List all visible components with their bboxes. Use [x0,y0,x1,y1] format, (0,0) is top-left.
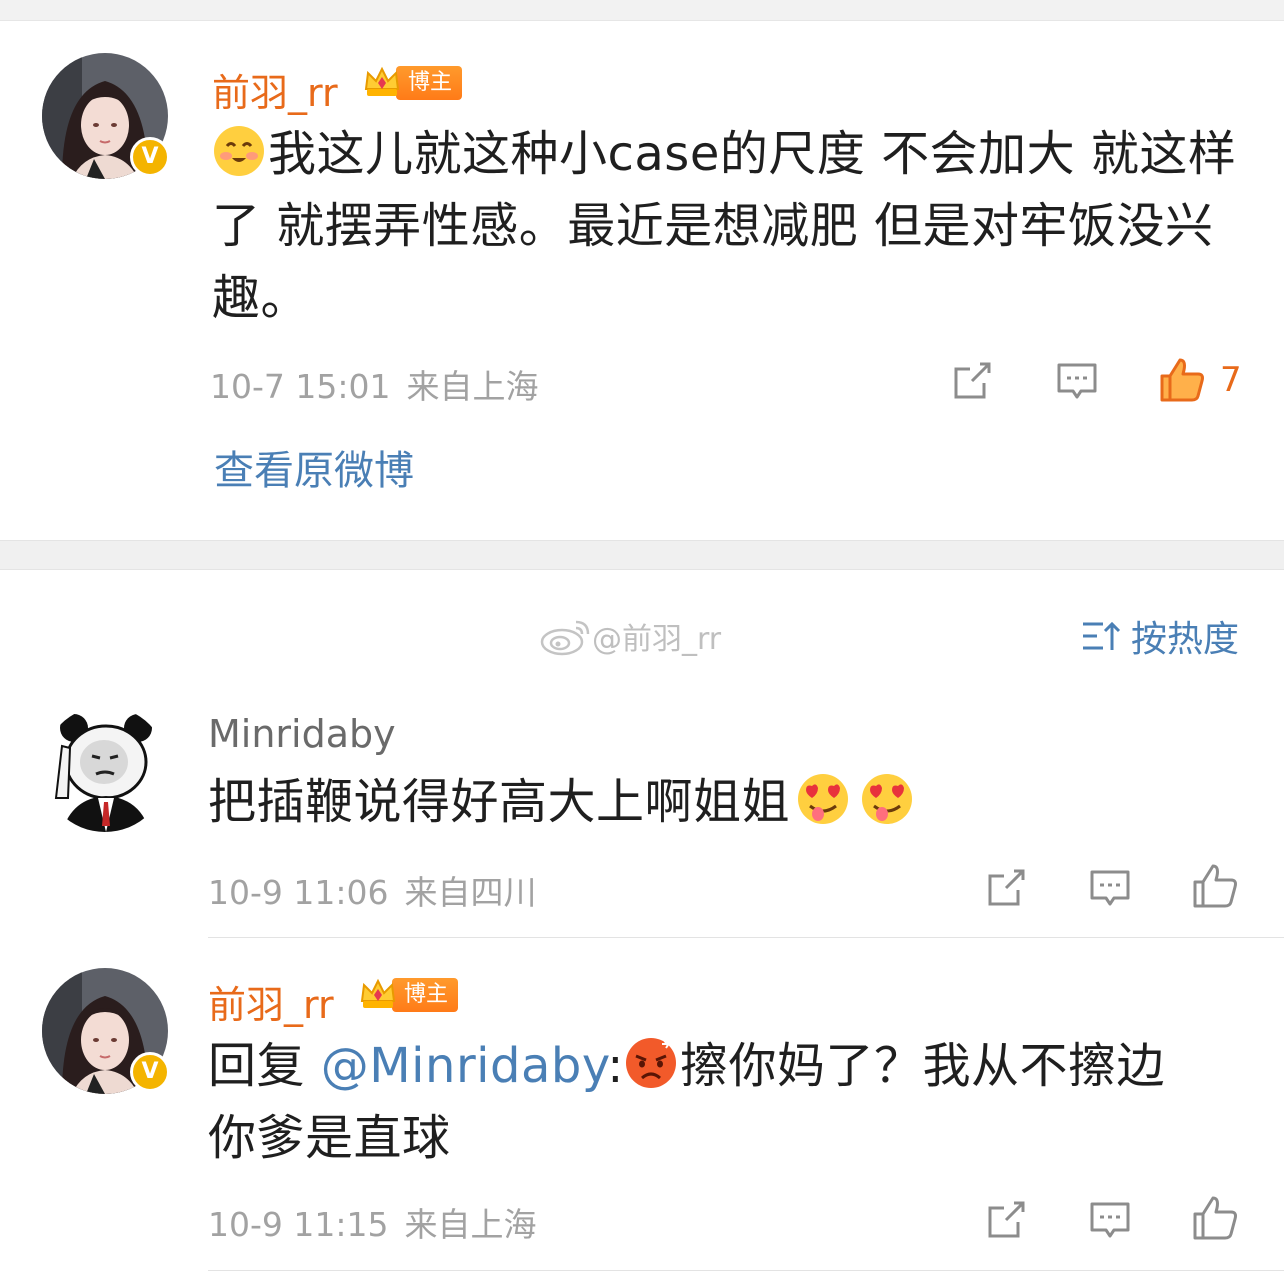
share-icon[interactable] [984,1198,1028,1242]
blogger-badge-label: 博主 [392,978,459,1012]
comment-separator [208,1270,1284,1271]
section-divider [0,540,1284,570]
post-time: 10-7 15:01 [210,367,391,406]
watermark: @前羽_rr [540,614,721,658]
comment-meta: 10-9 11:06 来自四川 [208,866,537,914]
sort-icon [1082,621,1121,650]
like-icon[interactable] [1191,862,1239,910]
post-author-name[interactable]: 前羽_rr [212,62,338,117]
like-count: 7 [1220,360,1242,400]
comment-text: 把插鞭说得好高大上啊姐姐 [208,774,791,830]
blogger-badge: 博主 [358,978,459,1012]
blogger-badge: 博主 [362,66,463,100]
like-icon-active[interactable] [1158,356,1206,404]
replier-name[interactable]: 前羽_rr [208,974,334,1029]
reply-content: 回复 @Minridaby: 擦你妈了？我从不擦边你爹是直球 [208,1030,1208,1174]
angry-face-emoji-icon [625,1038,676,1088]
watermark-text: @前羽_rr [592,622,722,657]
sort-by-hot-button[interactable]: 按热度 [1081,610,1239,662]
verified-badge-icon: V [130,1052,170,1092]
verified-badge-icon: V [130,137,170,177]
comment-location: 来自四川 [404,873,537,912]
sort-label: 按热度 [1130,619,1239,660]
blogger-badge-label: 博主 [396,66,463,100]
weibo-logo-icon [540,620,590,656]
post-location: 来自上海 [406,367,539,406]
post-meta: 10-7 15:01 来自上海 [210,360,539,408]
replier-avatar[interactable]: V [42,968,170,1094]
comment-content: 把插鞭说得好高大上啊姐姐 [208,766,1248,838]
comment-separator [208,937,1284,938]
post-text: 我这儿就这种小case的尺度 不会加大 就这样了 就摆弄性感。最近是想减肥 但是… [212,126,1237,326]
reply-meta: 10-9 11:15 来自上海 [208,1198,537,1246]
crown-icon [360,978,396,1008]
comment-time: 10-9 11:06 [208,873,389,912]
heart-eyes-tongue-emoji-icon [862,774,913,824]
like-icon[interactable] [1191,1194,1239,1242]
reply-time: 10-9 11:15 [208,1205,389,1244]
author-avatar[interactable]: V [42,53,170,179]
reply-colon: : [607,1038,624,1094]
top-band [0,0,1284,21]
comment-icon[interactable] [1055,359,1099,403]
post-content: 我这儿就这种小case的尺度 不会加大 就这样了 就摆弄性感。最近是想减肥 但是… [212,118,1242,334]
commenter-avatar[interactable] [42,706,168,832]
comment-icon[interactable] [1088,866,1132,910]
share-icon[interactable] [950,359,994,403]
reply-prefix: 回复 [208,1038,321,1094]
mention-link[interactable]: @Minridaby [321,1038,608,1094]
comment-icon[interactable] [1088,1198,1132,1242]
view-original-link[interactable]: 查看原微博 [214,438,414,496]
blushing-smile-emoji-icon [214,126,264,176]
commenter-name[interactable]: Minridaby [208,712,396,756]
heart-eyes-tongue-emoji-icon [798,774,849,824]
reply-location: 来自上海 [404,1205,537,1244]
crown-icon [364,66,400,96]
share-icon[interactable] [984,866,1028,910]
